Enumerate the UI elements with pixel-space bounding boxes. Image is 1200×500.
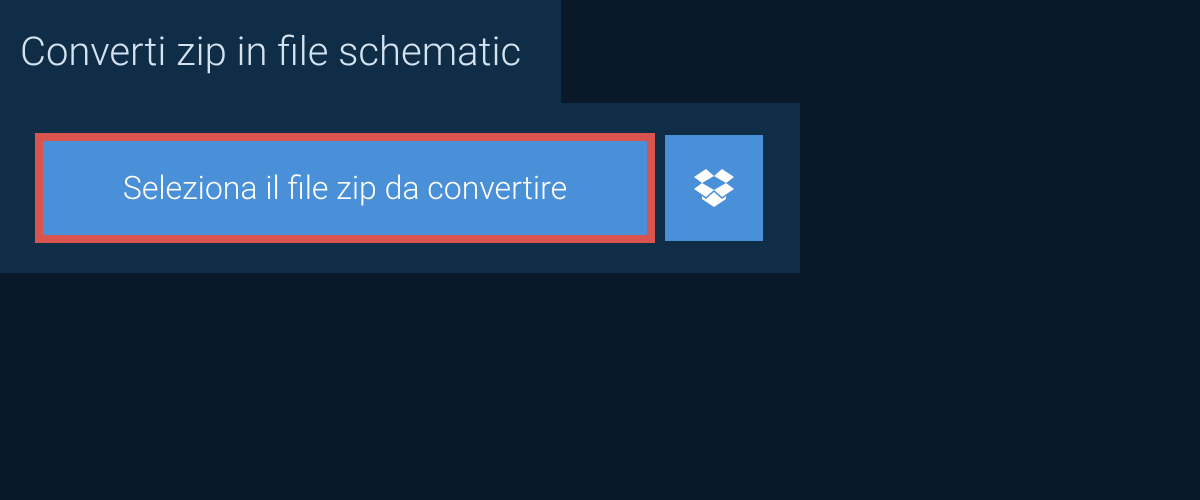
dropbox-icon [694,169,734,207]
upload-section: Seleziona il file zip da convertire [0,103,800,273]
dropbox-button[interactable] [665,135,763,241]
page-title: Converti zip in file schematic [0,0,561,103]
select-file-button[interactable]: Seleziona il file zip da convertire [35,133,655,243]
